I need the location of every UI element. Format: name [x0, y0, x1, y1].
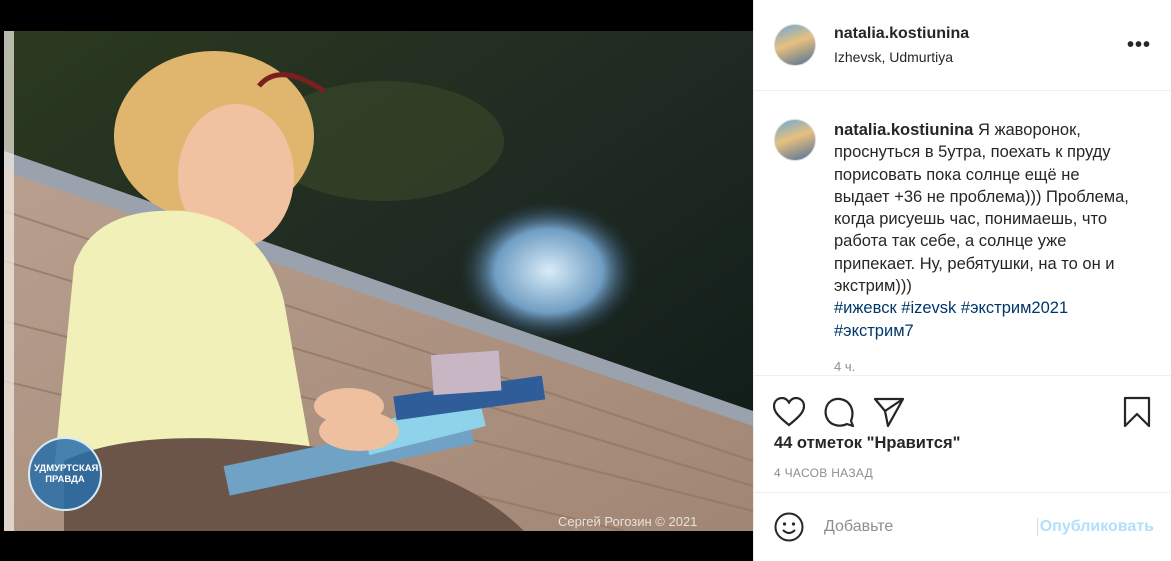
bookmark-icon[interactable] — [1120, 395, 1154, 429]
post-header: natalia.kostiunina Izhevsk, Udmurtiya ••… — [754, 0, 1171, 91]
action-icons — [754, 376, 1171, 434]
post-actions: 44 отметок "Нравится" 4 ЧАСОВ НАЗАД — [754, 375, 1171, 492]
hashtag[interactable]: #ижевск — [834, 299, 897, 317]
share-icon[interactable] — [872, 395, 906, 429]
author-info: natalia.kostiunina Izhevsk, Udmurtiya — [834, 25, 1127, 65]
add-comment-bar: Опубликовать — [754, 492, 1171, 561]
caption-avatar[interactable] — [774, 119, 816, 161]
post-photo — [4, 31, 753, 531]
emoji-icon[interactable] — [774, 512, 804, 542]
caption-text: Я жаворонок, проснуться в 5утра, поехать… — [834, 121, 1129, 296]
hashtag[interactable]: #izevsk — [901, 299, 956, 317]
hashtag[interactable]: #экстрим7 — [834, 322, 914, 340]
caption-body: natalia.kostiunina Я жаворонок, проснуть… — [834, 119, 1134, 375]
caption-section: natalia.kostiunina Я жаворонок, проснуть… — [754, 91, 1171, 375]
post-sidebar: natalia.kostiunina Izhevsk, Udmurtiya ••… — [753, 0, 1171, 561]
post-media[interactable]: УДМУРТСКАЯ ПРАВДА Сергей Рогозин © 2021 — [0, 0, 753, 561]
author-avatar[interactable] — [774, 24, 816, 66]
post-timestamp[interactable]: 4 ЧАСОВ НАЗАД — [754, 466, 1171, 480]
newspaper-logo: УДМУРТСКАЯ ПРАВДА — [28, 437, 102, 511]
post-dialog: УДМУРТСКАЯ ПРАВДА Сергей Рогозин © 2021 … — [0, 0, 1171, 561]
heart-icon[interactable] — [772, 395, 806, 429]
publish-button[interactable]: Опубликовать — [1036, 518, 1154, 536]
photo-credit: Сергей Рогозин © 2021 — [558, 514, 698, 529]
hashtag[interactable]: #экстрим2021 — [961, 299, 1068, 317]
likes-count[interactable]: 44 отметок "Нравится" — [754, 434, 1171, 453]
comment-input[interactable] — [824, 518, 1037, 536]
author-username[interactable]: natalia.kostiunina — [834, 25, 1127, 43]
post-location[interactable]: Izhevsk, Udmurtiya — [834, 49, 1127, 65]
caption-username[interactable]: natalia.kostiunina — [834, 121, 973, 139]
more-options-icon[interactable]: ••• — [1127, 34, 1151, 57]
comment-icon[interactable] — [822, 395, 856, 429]
newspaper-logo-text: УДМУРТСКАЯ ПРАВДА — [34, 463, 99, 485]
